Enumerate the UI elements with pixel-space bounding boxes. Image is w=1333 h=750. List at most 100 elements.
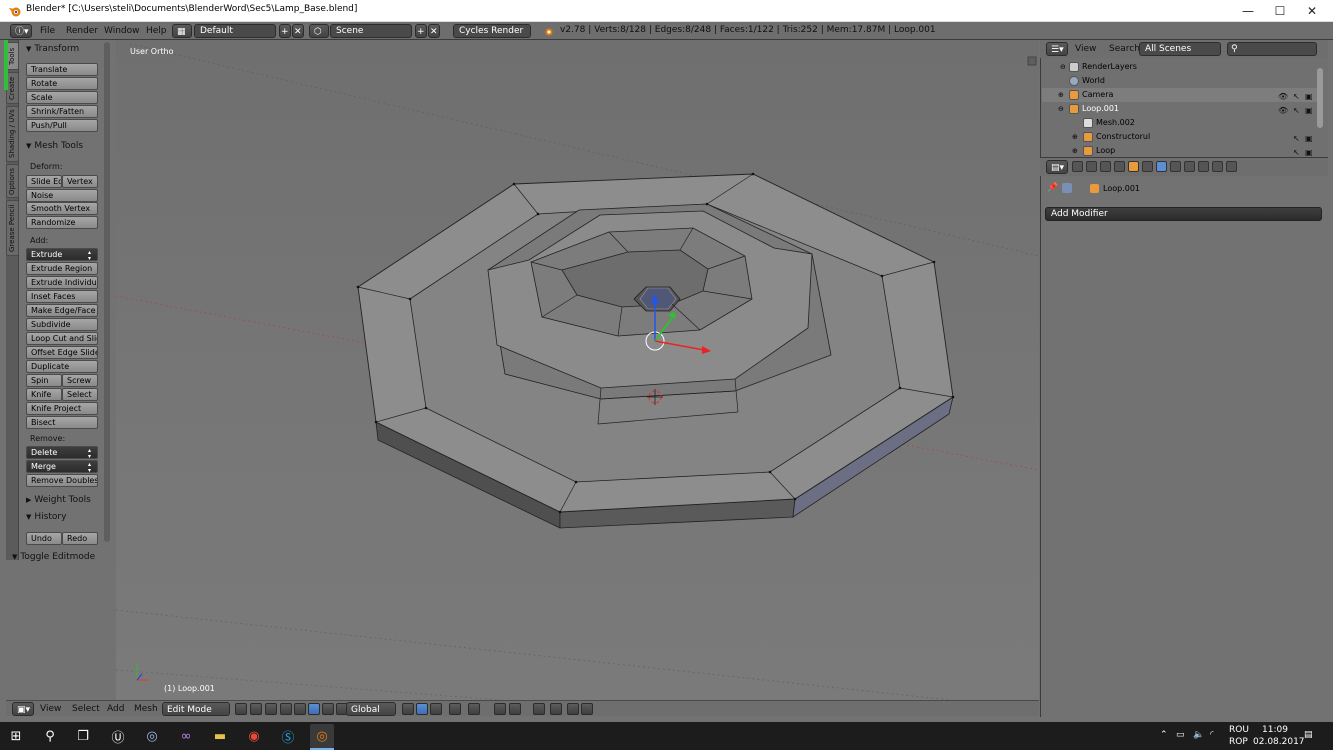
- vertex-select-mode-icon[interactable]: [416, 703, 428, 715]
- outliner-editor-type-icon[interactable]: ☰▾: [1046, 42, 1068, 56]
- extrude-individual-button[interactable]: Extrude Individual: [26, 276, 98, 289]
- particles-tab-icon[interactable]: [1212, 161, 1223, 172]
- transform-panel-header[interactable]: ▼ Transform: [26, 44, 79, 54]
- chrome-icon[interactable]: ◉: [242, 724, 266, 748]
- menu-file[interactable]: File: [40, 25, 55, 39]
- rotate-manipulator-icon[interactable]: [322, 703, 334, 715]
- tab-grease-pencil[interactable]: Grease Pencil: [6, 200, 19, 256]
- rotate-button[interactable]: Rotate: [26, 77, 98, 90]
- shading-dropdown-icon[interactable]: [250, 703, 262, 715]
- duplicate-button[interactable]: Duplicate: [26, 360, 98, 373]
- translate-manipulator-icon[interactable]: [308, 703, 320, 715]
- snap-element-icon[interactable]: [509, 703, 521, 715]
- minimize-button[interactable]: —: [1232, 0, 1264, 22]
- physics-tab-icon[interactable]: [1226, 161, 1237, 172]
- outliner-item-constructorul[interactable]: ⊕ Constructorul ↖ ▣: [1042, 130, 1318, 144]
- knife-project-button[interactable]: Knife Project: [26, 402, 98, 415]
- vpn-app-icon[interactable]: ◎: [140, 724, 164, 748]
- remove-layout-icon[interactable]: ✕: [292, 24, 304, 38]
- scale-button[interactable]: Scale: [26, 91, 98, 104]
- add-scene-icon[interactable]: +: [415, 24, 427, 38]
- outliner-menu-view[interactable]: View: [1075, 43, 1096, 57]
- clock-date[interactable]: 02.08.2017: [1253, 737, 1305, 747]
- occlude-geometry-icon[interactable]: [449, 703, 461, 715]
- search-icon[interactable]: ⚲: [38, 724, 62, 748]
- extrude-region-button[interactable]: Extrude Region: [26, 262, 98, 275]
- snap-toggle-icon[interactable]: [494, 703, 506, 715]
- translate-button[interactable]: Translate: [26, 63, 98, 76]
- outliner-item-world[interactable]: World: [1042, 74, 1318, 88]
- expand-toggle-icon[interactable]: ⊕: [1058, 88, 1064, 102]
- battery-icon[interactable]: ▭: [1176, 730, 1185, 740]
- history-panel-header[interactable]: ▼ History: [26, 512, 66, 522]
- subdivide-button[interactable]: Subdivide: [26, 318, 98, 331]
- delete-dropdown[interactable]: Delete: [26, 446, 98, 459]
- pivot-point-icon[interactable]: [265, 703, 277, 715]
- clock-time[interactable]: 11:09: [1262, 725, 1288, 735]
- edge-select-mode-icon[interactable]: [430, 703, 442, 715]
- pivot-dropdown-icon[interactable]: [280, 703, 292, 715]
- render-engine-dropdown[interactable]: Cycles Render: [453, 24, 531, 38]
- slide-edge-button[interactable]: Slide Ed: [26, 175, 62, 188]
- viewport-shading-icon[interactable]: [235, 703, 247, 715]
- outliner-item-loop-001[interactable]: ⊖ Loop.001 👁 ↖ ▣: [1042, 102, 1318, 116]
- maximize-button[interactable]: ☐: [1264, 0, 1296, 22]
- scene-tab-icon[interactable]: [1100, 161, 1111, 172]
- spin-button[interactable]: Spin: [26, 374, 62, 387]
- layout-field[interactable]: Default: [194, 24, 276, 38]
- remove-doubles-button[interactable]: Remove Doubles: [26, 474, 98, 487]
- add-modifier-dropdown[interactable]: Add Modifier: [1045, 207, 1322, 221]
- file-explorer-icon[interactable]: ▬: [208, 724, 232, 748]
- menu-window[interactable]: Window: [104, 25, 140, 39]
- skype-icon[interactable]: Ⓢ: [276, 724, 300, 748]
- manipulator-toggle-icon[interactable]: [294, 703, 306, 715]
- tool-shelf-scrollbar[interactable]: [104, 42, 110, 542]
- add-layout-icon[interactable]: +: [279, 24, 291, 38]
- layer-icon[interactable]: [402, 703, 414, 715]
- render-layers-tab-icon[interactable]: [1086, 161, 1097, 172]
- weight-tools-panel-header[interactable]: ▶ Weight Tools: [26, 495, 91, 505]
- menu-help[interactable]: Help: [146, 25, 167, 39]
- world-tab-icon[interactable]: [1114, 161, 1125, 172]
- outliner-scrollbar[interactable]: [1317, 68, 1323, 128]
- inset-faces-button[interactable]: Inset Faces: [26, 290, 98, 303]
- editor-type-icon[interactable]: ▣▾: [12, 702, 34, 716]
- tab-options[interactable]: Options: [6, 164, 19, 198]
- object-tab-icon[interactable]: [1128, 161, 1139, 172]
- loop-cut-slide-button[interactable]: Loop Cut and Slide: [26, 332, 98, 345]
- make-edge-face-button[interactable]: Make Edge/Face: [26, 304, 98, 317]
- texture-tab-icon[interactable]: [1198, 161, 1209, 172]
- scene-field[interactable]: Scene: [330, 24, 412, 38]
- properties-editor-type-icon[interactable]: ▤▾: [1046, 160, 1068, 174]
- outliner-item-renderlayers[interactable]: ⊖ RenderLayers: [1042, 60, 1318, 74]
- toggle-editmode-header[interactable]: ▼ Toggle Editmode: [12, 552, 95, 562]
- visual-studio-icon[interactable]: ∞: [174, 724, 198, 748]
- menu-render[interactable]: Render: [66, 25, 98, 39]
- bisect-button[interactable]: Bisect: [26, 416, 98, 429]
- merge-dropdown[interactable]: Merge: [26, 460, 98, 473]
- vertex-slide-button[interactable]: Vertex: [62, 175, 98, 188]
- extrude-dropdown[interactable]: Extrude: [26, 248, 98, 261]
- tray-chevron-icon[interactable]: ⌃: [1160, 730, 1168, 740]
- info-editor-type-icon[interactable]: ⓘ▾: [10, 24, 32, 38]
- snap-target-icon[interactable]: [533, 703, 545, 715]
- push-pull-button[interactable]: Push/Pull: [26, 119, 98, 132]
- task-view-icon[interactable]: ❐: [71, 724, 95, 748]
- outliner-search-input[interactable]: ⚲: [1227, 42, 1317, 56]
- notifications-icon[interactable]: ▤: [1304, 730, 1313, 740]
- render-animation-icon[interactable]: [567, 703, 579, 715]
- outliner-item-loop[interactable]: ⊕ Loop ↖ ▣: [1042, 144, 1318, 158]
- close-button[interactable]: ✕: [1296, 0, 1328, 22]
- windows-start-icon[interactable]: ⊞: [4, 724, 28, 748]
- data-tab-icon[interactable]: [1170, 161, 1181, 172]
- wifi-icon[interactable]: ◜: [1210, 730, 1214, 740]
- expand-toggle-icon[interactable]: ⊖: [1058, 102, 1064, 116]
- knife-button[interactable]: Knife: [26, 388, 62, 401]
- menu-mesh[interactable]: Mesh: [134, 704, 158, 714]
- randomize-button[interactable]: Randomize: [26, 216, 98, 229]
- expand-toggle-icon[interactable]: ⊕: [1072, 144, 1078, 158]
- modifiers-tab-icon[interactable]: [1156, 161, 1167, 172]
- redo-button[interactable]: Redo: [62, 532, 98, 545]
- outliner-item-mesh-002[interactable]: Mesh.002: [1042, 116, 1318, 130]
- scene-icon[interactable]: ⬡: [309, 24, 329, 38]
